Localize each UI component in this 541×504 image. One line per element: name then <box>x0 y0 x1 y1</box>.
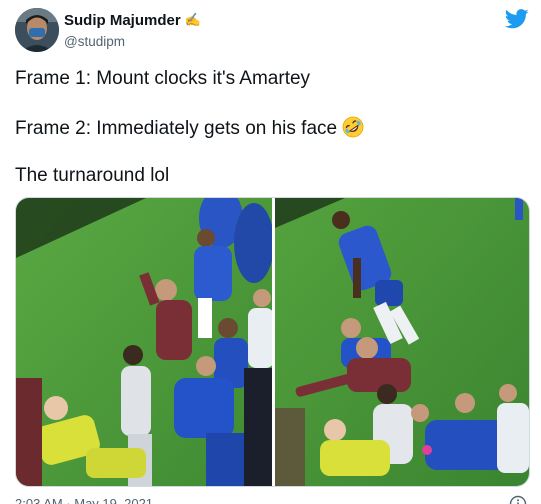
author-info: Sudip Majumder ✍️ @studipm <box>64 12 201 51</box>
author-display-name[interactable]: Sudip Majumder <box>64 12 181 30</box>
twitter-bird-icon[interactable] <box>505 9 529 29</box>
frame-1-photo[interactable] <box>16 198 272 486</box>
tweet-text-line-2: Frame 2: Immediately gets on his face <box>15 116 364 141</box>
writing-hand-emoji-icon: ✍️ <box>184 12 201 27</box>
frame-2-photo[interactable] <box>275 198 529 486</box>
frame-2-image-icon <box>275 198 529 486</box>
avatar[interactable] <box>15 8 59 52</box>
frame-1-image-icon <box>16 198 272 486</box>
tweet-timestamp[interactable]: 2:03 AM · May 19, 2021 <box>15 496 153 504</box>
media-grid <box>15 197 530 487</box>
profile-photo-icon <box>15 8 59 52</box>
tweet-text-line-2-text: Frame 2: Immediately gets on his face <box>15 118 338 139</box>
rolling-on-the-floor-laughing-icon <box>342 116 364 138</box>
author-handle[interactable]: @studipm <box>64 33 201 51</box>
info-icon[interactable] <box>509 495 527 504</box>
tweet-card: Sudip Majumder ✍️ @studipm Frame 1: Mount… <box>0 0 541 504</box>
tweet-text-line-1: Frame 1: Mount clocks it's Amartey <box>15 68 311 89</box>
tweet-text-line-3: The turnaround lol <box>15 165 170 186</box>
